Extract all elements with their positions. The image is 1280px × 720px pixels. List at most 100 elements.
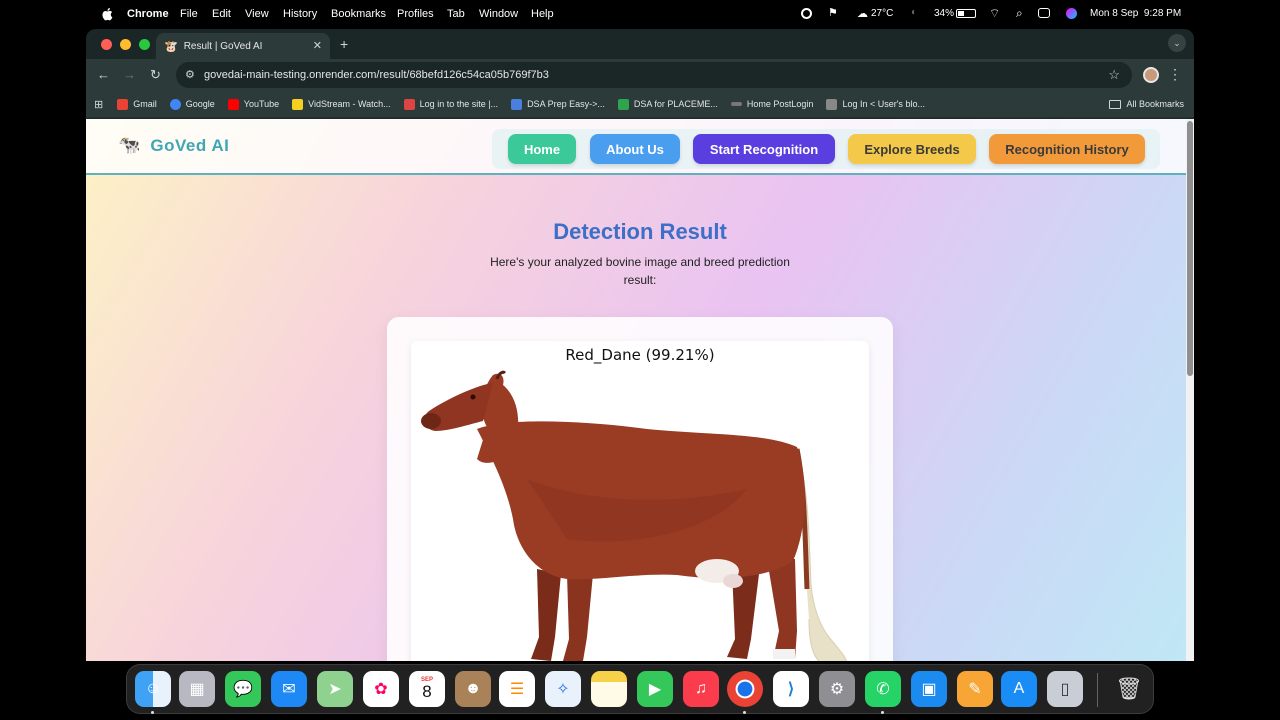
finder-running-indicator bbox=[151, 711, 154, 714]
facetime-icon[interactable]: ▶ bbox=[637, 671, 673, 707]
vidstream-icon bbox=[292, 98, 304, 110]
apple-icon[interactable] bbox=[101, 7, 113, 21]
login-site-icon bbox=[403, 98, 415, 110]
siri-icon[interactable] bbox=[1066, 8, 1077, 19]
blog-icon bbox=[826, 98, 838, 110]
wifi-icon[interactable]: ⌔ bbox=[989, 6, 1000, 21]
bookmark-google[interactable]: Google bbox=[169, 98, 215, 110]
notes-icon[interactable] bbox=[591, 671, 627, 707]
focus-icon[interactable]: ◐ bbox=[911, 7, 917, 18]
nav-home-button[interactable]: Home bbox=[508, 134, 576, 164]
tab-search-button[interactable]: ⌄ bbox=[1168, 34, 1186, 52]
apps-grid-icon[interactable]: ⊞ bbox=[94, 98, 103, 111]
reminders-icon[interactable]: ☰ bbox=[499, 671, 535, 707]
app-menu-chrome[interactable]: Chrome bbox=[127, 8, 169, 20]
music-icon[interactable]: ♫ bbox=[683, 671, 719, 707]
bookmark-star-icon[interactable]: ☆ bbox=[1108, 67, 1120, 83]
prediction-label: Red_Dane (99.21%) bbox=[565, 346, 715, 364]
tab-title: Result | GoVed AI bbox=[183, 40, 263, 52]
close-window-button[interactable] bbox=[101, 39, 112, 50]
back-icon[interactable]: ← bbox=[97, 67, 110, 82]
macos-dock: ☺ ▦ 💬 ✉ ➤ ✿ SEP 8 ☻ ☰ ✧ ▶ ♫ ⟩ ⚙ ✆ ▣ ✎ A … bbox=[126, 664, 1154, 714]
menu-view[interactable]: View bbox=[245, 8, 269, 20]
weather-icon[interactable]: ☁ bbox=[857, 7, 868, 20]
keynote-icon[interactable]: ▣ bbox=[911, 671, 947, 707]
reload-icon[interactable]: ↻ bbox=[150, 67, 161, 83]
window-controls bbox=[101, 39, 150, 50]
docs-icon bbox=[511, 98, 523, 110]
menu-file[interactable]: File bbox=[180, 8, 198, 20]
location-icon[interactable]: ⚑ bbox=[828, 6, 838, 19]
sheets-icon bbox=[617, 98, 629, 110]
menu-tab[interactable]: Tab bbox=[447, 8, 465, 20]
bookmark-home-postlogin[interactable]: Home PostLogin bbox=[730, 99, 813, 109]
zoom-window-button[interactable] bbox=[139, 39, 150, 50]
all-bookmarks[interactable]: All Bookmarks bbox=[1109, 99, 1184, 109]
result-image-panel: Red_Dane (99.21%) bbox=[411, 341, 869, 661]
url-text[interactable]: govedai-main-testing.onrender.com/result… bbox=[204, 69, 549, 81]
system-settings-icon[interactable]: ⚙ bbox=[819, 671, 855, 707]
scrollbar-thumb[interactable] bbox=[1187, 121, 1193, 376]
finder-icon[interactable]: ☺ bbox=[135, 671, 171, 707]
bookmark-user-blog[interactable]: Log In < User's blo... bbox=[826, 98, 925, 110]
battery-percentage[interactable]: 34% bbox=[934, 8, 954, 19]
postlogin-icon bbox=[730, 102, 742, 106]
nav-recognition-history-button[interactable]: Recognition History bbox=[989, 134, 1145, 164]
maps-icon[interactable]: ➤ bbox=[317, 671, 353, 707]
menu-window[interactable]: Window bbox=[479, 8, 518, 20]
new-tab-button[interactable]: + bbox=[340, 36, 348, 52]
page-subtitle: Here's your analyzed bovine image and br… bbox=[490, 255, 790, 287]
minimize-window-button[interactable] bbox=[120, 39, 131, 50]
site-info-icon[interactable]: ⚙ bbox=[185, 68, 195, 81]
safari-icon[interactable]: ✧ bbox=[545, 671, 581, 707]
close-tab-icon[interactable]: ✕ bbox=[313, 39, 322, 52]
photos-icon[interactable]: ✿ bbox=[363, 671, 399, 707]
pages-icon[interactable]: ✎ bbox=[957, 671, 993, 707]
nav-start-recognition-button[interactable]: Start Recognition bbox=[693, 134, 835, 164]
weather-temperature[interactable]: 27°C bbox=[871, 8, 893, 19]
nav-about-button[interactable]: About Us bbox=[590, 134, 680, 164]
menu-clock[interactable]: Mon 8 Sep 9:28 PM bbox=[1090, 8, 1181, 19]
bookmark-gmail[interactable]: Gmail bbox=[117, 98, 157, 110]
bookmark-dsa-placement[interactable]: DSA for PLACEME... bbox=[617, 98, 718, 110]
menu-profiles[interactable]: Profiles bbox=[397, 8, 434, 20]
iphone-mirroring-icon[interactable]: ▯ bbox=[1047, 671, 1083, 707]
launchpad-icon[interactable]: ▦ bbox=[179, 671, 215, 707]
site-header: 🐄 GoVed AI Home About Us Start Recogniti… bbox=[86, 119, 1186, 175]
page-scrollbar[interactable] bbox=[1186, 119, 1194, 661]
site-logo[interactable]: 🐄 GoVed AI bbox=[118, 135, 229, 156]
address-bar[interactable]: ⚙ govedai-main-testing.onrender.com/resu… bbox=[176, 62, 1132, 88]
nav-explore-breeds-button[interactable]: Explore Breeds bbox=[848, 134, 976, 164]
bookmark-youtube[interactable]: YouTube bbox=[227, 98, 279, 110]
control-center-icon[interactable] bbox=[1038, 8, 1050, 18]
menu-history[interactable]: History bbox=[283, 8, 317, 20]
messages-icon[interactable]: 💬 bbox=[225, 671, 261, 707]
app-store-icon[interactable]: A bbox=[1001, 671, 1037, 707]
bookmark-login-site[interactable]: Log in to the site |... bbox=[403, 98, 498, 110]
chrome-menu-icon[interactable]: ⋮ bbox=[1168, 66, 1182, 83]
forward-icon[interactable]: → bbox=[123, 67, 136, 82]
browser-window: 🐮 Result | GoVed AI ✕ + ⌄ ← → ↻ ⚙ goveda… bbox=[86, 29, 1194, 661]
chrome-running-indicator bbox=[743, 711, 746, 714]
menu-bookmarks[interactable]: Bookmarks bbox=[331, 8, 386, 20]
whatsapp-icon[interactable]: ✆ bbox=[865, 671, 901, 707]
contacts-icon[interactable]: ☻ bbox=[455, 671, 491, 707]
mail-icon[interactable]: ✉ bbox=[271, 671, 307, 707]
folder-icon bbox=[1109, 99, 1122, 109]
menu-help[interactable]: Help bbox=[531, 8, 554, 20]
whatsapp-running-indicator bbox=[881, 711, 884, 714]
bookmark-dsa-prep[interactable]: DSA Prep Easy->... bbox=[511, 98, 605, 110]
battery-icon[interactable] bbox=[956, 9, 976, 18]
profile-avatar[interactable] bbox=[1143, 67, 1159, 83]
vscode-icon[interactable]: ⟩ bbox=[773, 671, 809, 707]
cow-image bbox=[421, 370, 847, 661]
trash-icon[interactable]: 🗑 bbox=[1111, 671, 1147, 707]
bookmark-vidstream[interactable]: VidStream - Watch... bbox=[292, 98, 391, 110]
calendar-icon[interactable]: SEP 8 bbox=[409, 671, 445, 707]
chrome-icon[interactable] bbox=[727, 671, 763, 707]
main-nav: Home About Us Start Recognition Explore … bbox=[492, 129, 1160, 169]
search-icon[interactable]: ⌕ bbox=[1016, 6, 1023, 21]
menu-edit[interactable]: Edit bbox=[212, 8, 231, 20]
record-icon[interactable] bbox=[801, 8, 812, 19]
tab-result[interactable]: 🐮 Result | GoVed AI ✕ bbox=[156, 33, 330, 59]
